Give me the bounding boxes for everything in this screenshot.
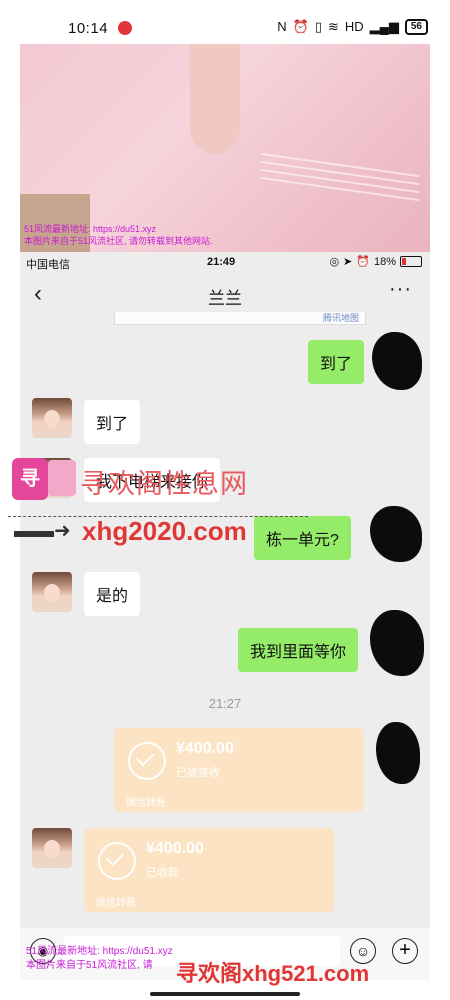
inner-time: 21:49 bbox=[207, 256, 236, 268]
chat-screenshot: 中国电信 21:49 ◎ ➤ ⏰ 18% ‹ 兰兰 ··· 腾讯地图 到了 到了… bbox=[20, 252, 430, 980]
time-divider: 21:27 bbox=[208, 696, 242, 711]
arrow-right-icon: ▬▬➜ bbox=[14, 520, 71, 542]
watermark-site-url: xhg2020.com bbox=[82, 516, 247, 546]
lock-rotation-icon: ◎ bbox=[329, 256, 340, 268]
alarm-icon: ⏰ bbox=[356, 256, 370, 268]
message-bubble[interactable]: 是的 bbox=[84, 572, 141, 616]
avatar[interactable] bbox=[32, 572, 72, 612]
status-bar: 10:14 N ⏰ ▯ ≋ HD ▂▄▆ 56 bbox=[0, 0, 450, 44]
watermark-bottom-line2: 本图片来自于51风流社区, 请 bbox=[26, 960, 153, 971]
location-icon: ➤ bbox=[343, 256, 353, 268]
redacted-avatar bbox=[376, 722, 420, 784]
watermark-logo: 寻 bbox=[12, 458, 48, 500]
chat-nav-bar: ‹ 兰兰 ··· bbox=[20, 272, 430, 316]
watermark-bottom-line1: 51风流最新地址: https://du51.xyz bbox=[26, 946, 173, 957]
transfer-status: 已被接收 bbox=[176, 767, 220, 779]
more-icon[interactable]: ··· bbox=[389, 278, 412, 301]
plus-icon[interactable]: + bbox=[392, 938, 418, 964]
battery-indicator: 56 bbox=[404, 19, 428, 35]
alarm-icon: ⏰ bbox=[292, 19, 309, 34]
transfer-card[interactable]: ¥400.00 已收款 微信转账 bbox=[84, 828, 334, 912]
inner-status-bar: 中国电信 21:49 ◎ ➤ ⏰ 18% bbox=[20, 252, 430, 272]
transfer-source: 微信转账 bbox=[126, 798, 166, 809]
battery-percent: 18% bbox=[373, 255, 396, 268]
redacted-avatar bbox=[372, 332, 422, 390]
redacted-avatar bbox=[370, 506, 422, 562]
battery-icon bbox=[400, 256, 422, 267]
avatar[interactable] bbox=[32, 398, 72, 438]
signal-5g-icon: ▂▄▆ bbox=[369, 19, 399, 34]
nfc-icon: N bbox=[277, 19, 287, 34]
app-notification-icon bbox=[118, 21, 132, 35]
transfer-amount: ¥400.00 bbox=[146, 840, 204, 857]
photo-watermark-line1: 51风流最新地址: https://du51.xyz bbox=[24, 224, 157, 234]
redacted-avatar bbox=[370, 610, 424, 676]
photo-hand bbox=[190, 44, 240, 154]
hd-icon: HD bbox=[344, 19, 364, 34]
carrier-label: 中国电信 bbox=[26, 259, 70, 271]
wifi-icon: ≋ bbox=[327, 19, 339, 34]
vibrate-icon: ▯ bbox=[314, 19, 322, 34]
shared-photo[interactable]: 51风流最新地址: https://du51.xyz 本图片来自于51风流社区,… bbox=[20, 44, 430, 252]
message-bubble[interactable]: 到了 bbox=[308, 340, 365, 384]
photo-watermark-line2: 本图片来自于51风流社区, 请勿转载到其他网站. bbox=[24, 236, 213, 246]
location-message[interactable]: 腾讯地图 bbox=[114, 312, 366, 325]
transfer-amount: ¥400.00 bbox=[176, 740, 234, 757]
message-bubble[interactable]: 我到里面等你 bbox=[238, 628, 359, 672]
transfer-card[interactable]: ¥400.00 已被接收 微信转账 bbox=[114, 728, 364, 812]
map-label: 腾讯地图 bbox=[322, 313, 359, 323]
avatar[interactable] bbox=[32, 828, 72, 868]
watermark-logo-mark bbox=[48, 460, 76, 496]
watermark-bottom-big: 寻欢阁xhg521.com bbox=[176, 961, 370, 986]
status-icons: N ⏰ ▯ ≋ HD ▂▄▆ 56 bbox=[277, 19, 428, 35]
message-bubble[interactable]: 到了 bbox=[84, 400, 141, 444]
message-bubble[interactable]: 栋一单元? bbox=[254, 516, 351, 560]
home-indicator[interactable] bbox=[150, 992, 300, 996]
status-time: 10:14 bbox=[68, 20, 109, 37]
inner-status-icons: ◎ ➤ ⏰ 18% bbox=[329, 255, 422, 268]
transfer-source: 微信转账 bbox=[96, 898, 136, 909]
watermark-site-name: 寻欢阁性息网 bbox=[80, 469, 248, 499]
chat-title: 兰兰 bbox=[208, 289, 242, 308]
transfer-status: 已收款 bbox=[146, 867, 179, 879]
